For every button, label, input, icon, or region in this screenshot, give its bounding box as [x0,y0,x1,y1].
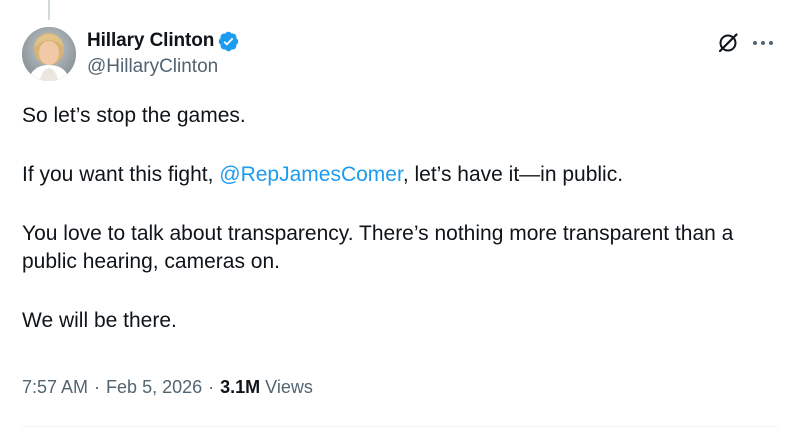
thread-line [48,0,50,20]
tweet-paragraph-4: We will be there. [22,309,177,332]
views-count[interactable]: 3.1M [220,377,260,398]
tweet-date[interactable]: Feb 5, 2026 [106,377,202,398]
meta-separator: · [208,377,215,397]
tweet-text: If you want this fight, [22,163,220,186]
tweet-paragraph-3: You love to talk about transparency. The… [22,222,734,273]
views-label: Views [265,377,313,397]
author-name-row: Hillary Clinton [87,30,239,52]
tweet-paragraph-1: So let’s stop the games. [22,104,246,127]
tweet-text: , let’s have it—in public. [402,163,624,186]
author-handle[interactable]: @HillaryClinton [87,56,239,78]
divider [22,426,778,427]
author-block: Hillary Clinton @HillaryClinton [87,30,239,78]
avatar-image [22,27,76,81]
avatar[interactable] [22,27,76,81]
grok-icon[interactable] [717,32,739,54]
more-options-icon[interactable] [750,32,776,54]
tweet-body: So let’s stop the games. If you want thi… [22,102,762,335]
tweet-meta: 7:57 AM · Feb 5, 2026 · 3.1M Views [22,377,313,398]
tweet-card: Hillary Clinton @HillaryClinton So let’s… [0,0,800,429]
verified-badge-icon [218,31,239,52]
author-display-name[interactable]: Hillary Clinton [87,30,214,52]
meta-separator: · [94,377,101,397]
tweet-paragraph-2: If you want this fight, @RepJamesComer, … [22,161,762,189]
tweet-time[interactable]: 7:57 AM [22,377,88,398]
mention-link[interactable]: @RepJamesComer [219,163,403,186]
